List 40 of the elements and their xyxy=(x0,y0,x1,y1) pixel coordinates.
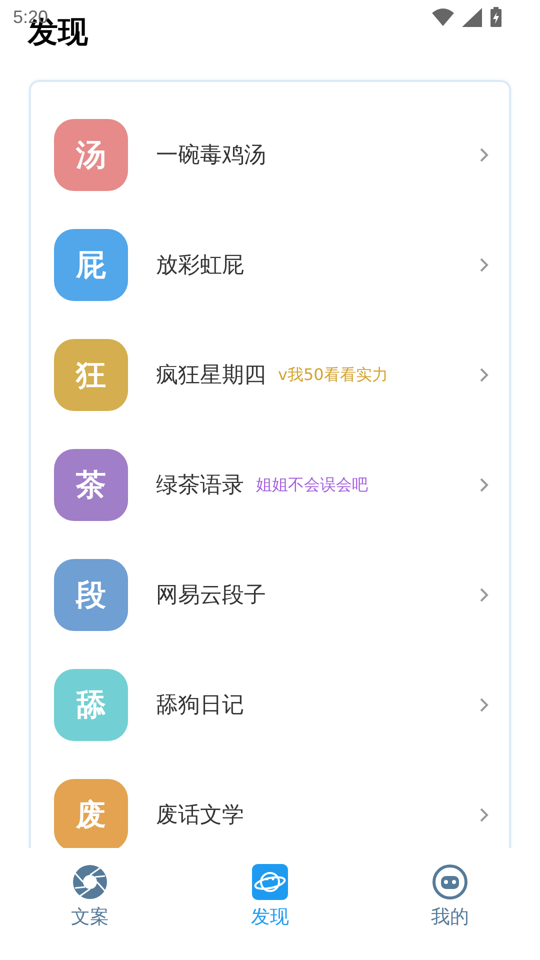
item-label: 绿茶语录 xyxy=(156,472,244,500)
item-tag: 姐姐不会误会吧 xyxy=(256,474,368,496)
chevron-right-icon xyxy=(479,587,489,603)
category-badge: 茶 xyxy=(54,449,128,521)
item-label: 一碗毒鸡汤 xyxy=(156,142,266,170)
aperture-icon xyxy=(72,864,108,900)
category-badge: 废 xyxy=(54,779,128,848)
item-label: 放彩虹屁 xyxy=(156,252,244,280)
category-badge: 狂 xyxy=(54,339,128,411)
wifi-icon xyxy=(432,8,454,26)
nav-tab[interactable]: 我的 xyxy=(360,848,540,948)
list-item[interactable]: 段 网易云段子 xyxy=(31,540,509,650)
item-label: 废话文学 xyxy=(156,802,244,830)
nav-label: 发现 xyxy=(251,905,289,930)
category-badge: 舔 xyxy=(54,669,128,741)
list-item[interactable]: 屁 放彩虹屁 xyxy=(31,210,509,320)
nav-label: 我的 xyxy=(431,905,469,930)
item-label: 疯狂星期四 xyxy=(156,362,266,390)
chevron-right-icon xyxy=(479,147,489,163)
chevron-right-icon xyxy=(479,697,489,713)
category-badge: 屁 xyxy=(54,229,128,301)
chevron-right-icon xyxy=(479,477,489,493)
nav-label: 文案 xyxy=(71,905,109,930)
list-item[interactable]: 狂 疯狂星期四 v我50看看实力 xyxy=(31,320,509,430)
item-label: 网易云段子 xyxy=(156,582,266,610)
signal-icon xyxy=(462,8,482,26)
chevron-right-icon xyxy=(479,807,489,823)
category-badge: 汤 xyxy=(54,119,128,191)
chevron-right-icon xyxy=(479,257,489,273)
list-item[interactable]: 舔 舔狗日记 xyxy=(31,650,509,760)
planet-icon xyxy=(252,864,288,900)
item-tag: v我50看看实力 xyxy=(278,364,388,386)
battery-icon xyxy=(490,7,502,27)
category-badge: 段 xyxy=(54,559,128,631)
list-item[interactable]: 茶 绿茶语录 姐姐不会误会吧 xyxy=(31,430,509,540)
item-label: 舔狗日记 xyxy=(156,692,244,720)
chevron-right-icon xyxy=(479,367,489,383)
robot-icon xyxy=(432,864,468,900)
list-item[interactable]: 汤 一碗毒鸡汤 xyxy=(31,100,509,210)
nav-tab[interactable]: 文案 xyxy=(0,848,180,948)
